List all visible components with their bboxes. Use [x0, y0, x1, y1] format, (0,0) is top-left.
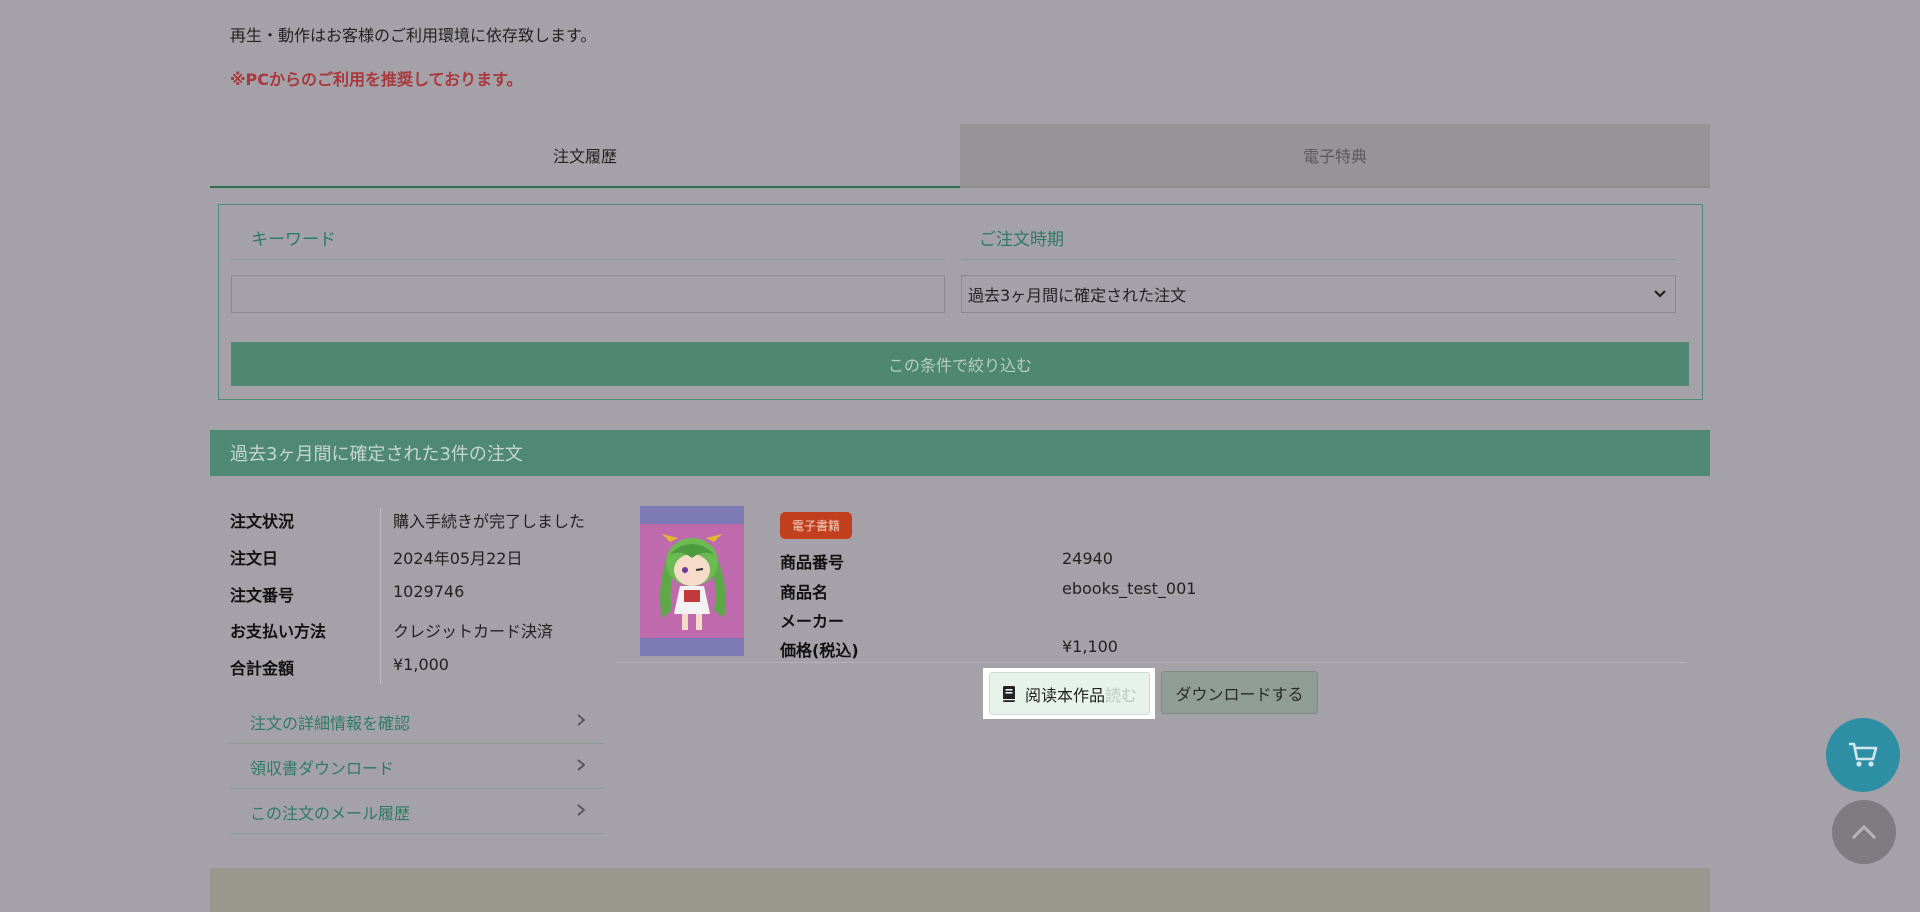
payment-method-value: クレジットカード決済 — [393, 622, 554, 641]
total-amount-row: 合計金額 ¥1,000 — [230, 655, 449, 679]
order-detail-link[interactable]: 注文の詳細情報を確認 — [230, 700, 604, 744]
chevron-right-icon — [576, 712, 586, 731]
price-label: 価格(税込) — [780, 641, 859, 660]
product-divider — [616, 662, 1686, 663]
cart-icon — [1848, 742, 1878, 768]
order-number-value: 1029746 — [393, 582, 465, 601]
maker-row: メーカー — [780, 608, 1062, 632]
period-label: ご注文時期 — [979, 230, 1064, 250]
keyword-label: キーワード — [251, 230, 336, 250]
period-selected-value: 過去3ヶ月間に確定された注文 — [968, 286, 1187, 305]
product-name-label: 商品名 — [780, 583, 829, 602]
order-number-label: 注文番号 — [230, 586, 295, 605]
filter-panel: キーワード ご注文時期 過去3ヶ月間に確定された注文 この条件で絞り込む — [218, 204, 1703, 400]
product-thumbnail[interactable] — [640, 506, 744, 656]
chibi-character-illustration — [660, 534, 726, 630]
maker-label: メーカー — [780, 612, 845, 631]
product-name-row: 商品名 ebooks_test_001 — [780, 579, 1196, 603]
tab-digital-bonus[interactable]: 電子特典 — [960, 124, 1710, 188]
environment-notice: 再生・動作はお客様のご利用環境に依存致します。 — [230, 26, 597, 45]
cart-button[interactable] — [1826, 718, 1900, 792]
order-detail-link-label: 注文の詳細情報を確認 — [250, 713, 411, 733]
product-number-row: 商品番号 24940 — [780, 549, 1113, 573]
tab-bar: 注文履歴 電子特典 — [210, 124, 1710, 188]
result-count-header: 過去3ヶ月間に確定された3件の注文 — [210, 430, 1710, 476]
period-divider — [961, 259, 1676, 260]
order-date-row: 注文日 2024年05月22日 — [230, 545, 522, 569]
book-icon — [1002, 685, 1016, 702]
period-select[interactable]: 過去3ヶ月間に確定された注文 — [961, 275, 1676, 313]
order-number-row: 注文番号 1029746 — [230, 582, 464, 606]
payment-method-row: お支払い方法 クレジットカード決済 — [230, 618, 553, 642]
chevron-right-icon — [576, 802, 586, 821]
order-status-value: 購入手続きが完了しました — [393, 512, 586, 531]
receipt-download-link-label: 領収書ダウンロード — [250, 758, 395, 778]
product-number-label: 商品番号 — [780, 553, 845, 572]
order-date-value: 2024年05月22日 — [393, 549, 523, 568]
product-number-value: 24940 — [1062, 549, 1113, 568]
pc-recommend-notice: ※PCからのご利用を推奨しております。 — [230, 70, 523, 89]
total-amount-value: ¥1,000 — [393, 655, 449, 674]
tab-order-history[interactable]: 注文履歴 — [210, 124, 960, 188]
mail-history-link[interactable]: この注文のメール履歴 — [230, 790, 604, 834]
order-status-row: 注文状況 購入手続きが完了しました — [230, 508, 585, 532]
read-book-button-label: 阅读本作品 — [1025, 685, 1106, 705]
order-date-label: 注文日 — [230, 549, 279, 568]
chevron-right-icon — [576, 757, 586, 776]
price-row: 価格(税込) ¥1,100 — [780, 637, 1118, 661]
scroll-top-button[interactable] — [1832, 800, 1896, 864]
receipt-download-link[interactable]: 領収書ダウンロード — [230, 745, 604, 789]
ebook-badge: 電子書籍 — [780, 512, 853, 539]
payment-method-label: お支払い方法 — [230, 622, 327, 641]
chevron-up-icon — [1851, 824, 1877, 840]
read-book-button-suffix: 読む — [1105, 685, 1138, 705]
price-value: ¥1,100 — [1062, 637, 1118, 656]
download-button[interactable]: ダウンロードする — [1161, 671, 1318, 714]
order-status-label: 注文状況 — [230, 512, 295, 531]
total-amount-label: 合計金額 — [230, 659, 295, 678]
product-name-value: ebooks_test_001 — [1062, 579, 1197, 598]
keyword-input[interactable] — [231, 275, 945, 313]
keyword-divider — [231, 259, 945, 260]
chevron-down-icon — [1653, 286, 1667, 304]
read-book-button[interactable]: 阅读本作品 読む — [989, 672, 1150, 715]
filter-submit-button[interactable]: この条件で絞り込む — [231, 342, 1689, 386]
next-order-panel — [210, 868, 1710, 912]
mail-history-link-label: この注文のメール履歴 — [250, 803, 411, 823]
